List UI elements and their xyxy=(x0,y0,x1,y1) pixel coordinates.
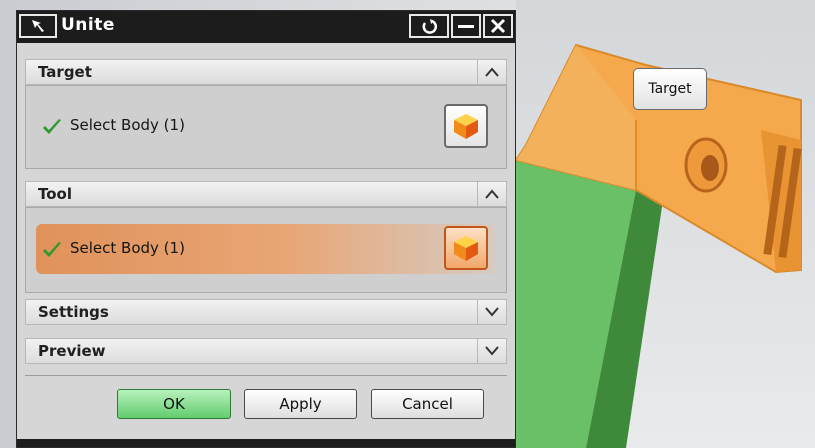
close-icon[interactable] xyxy=(483,14,513,38)
dialog-title: Unite xyxy=(61,15,115,35)
reset-icon[interactable] xyxy=(409,14,449,38)
chevron-up-icon[interactable] xyxy=(477,60,506,84)
cube-icon xyxy=(454,236,478,261)
tool-section-body: Select Body (1) xyxy=(25,207,507,293)
ok-button[interactable]: OK xyxy=(117,389,231,419)
minimize-icon[interactable] xyxy=(451,14,481,38)
target-hole-inner xyxy=(701,155,719,181)
chevron-down-icon[interactable] xyxy=(477,300,506,324)
select-body-tool-button[interactable] xyxy=(444,226,488,270)
settings-section-header[interactable]: Settings xyxy=(25,299,507,325)
tool-section-title: Tool xyxy=(38,185,72,203)
checkmark-icon xyxy=(42,118,62,140)
select-body-target-button[interactable] xyxy=(444,104,488,148)
chevron-up-icon[interactable] xyxy=(477,182,506,206)
select-arrow-icon[interactable] xyxy=(19,14,57,38)
target-callout: Target xyxy=(633,68,707,110)
settings-section-title: Settings xyxy=(38,303,109,321)
unite-dialog: Unite Target Select Body (1) Tool Select… xyxy=(16,10,516,448)
cube-icon xyxy=(454,114,478,139)
button-separator xyxy=(25,375,507,376)
chevron-down-icon[interactable] xyxy=(477,339,506,363)
tool-select-row[interactable]: Select Body (1) xyxy=(36,224,496,274)
preview-section-header[interactable]: Preview xyxy=(25,338,507,364)
target-section-title: Target xyxy=(38,63,92,81)
tool-section-header[interactable]: Tool xyxy=(25,181,507,207)
tool-select-label: Select Body (1) xyxy=(70,239,185,257)
preview-section-title: Preview xyxy=(38,342,106,360)
target-section-header[interactable]: Target xyxy=(25,59,507,85)
apply-button[interactable]: Apply xyxy=(244,389,357,419)
dialog-bottom-bar xyxy=(17,439,515,447)
dialog-titlebar[interactable]: Unite xyxy=(17,11,515,43)
cancel-button[interactable]: Cancel xyxy=(371,389,484,419)
checkmark-icon xyxy=(42,241,62,263)
target-select-label: Select Body (1) xyxy=(70,116,185,134)
target-select-row[interactable]: Select Body (1) xyxy=(36,101,496,151)
target-section-body: Select Body (1) xyxy=(25,85,507,169)
